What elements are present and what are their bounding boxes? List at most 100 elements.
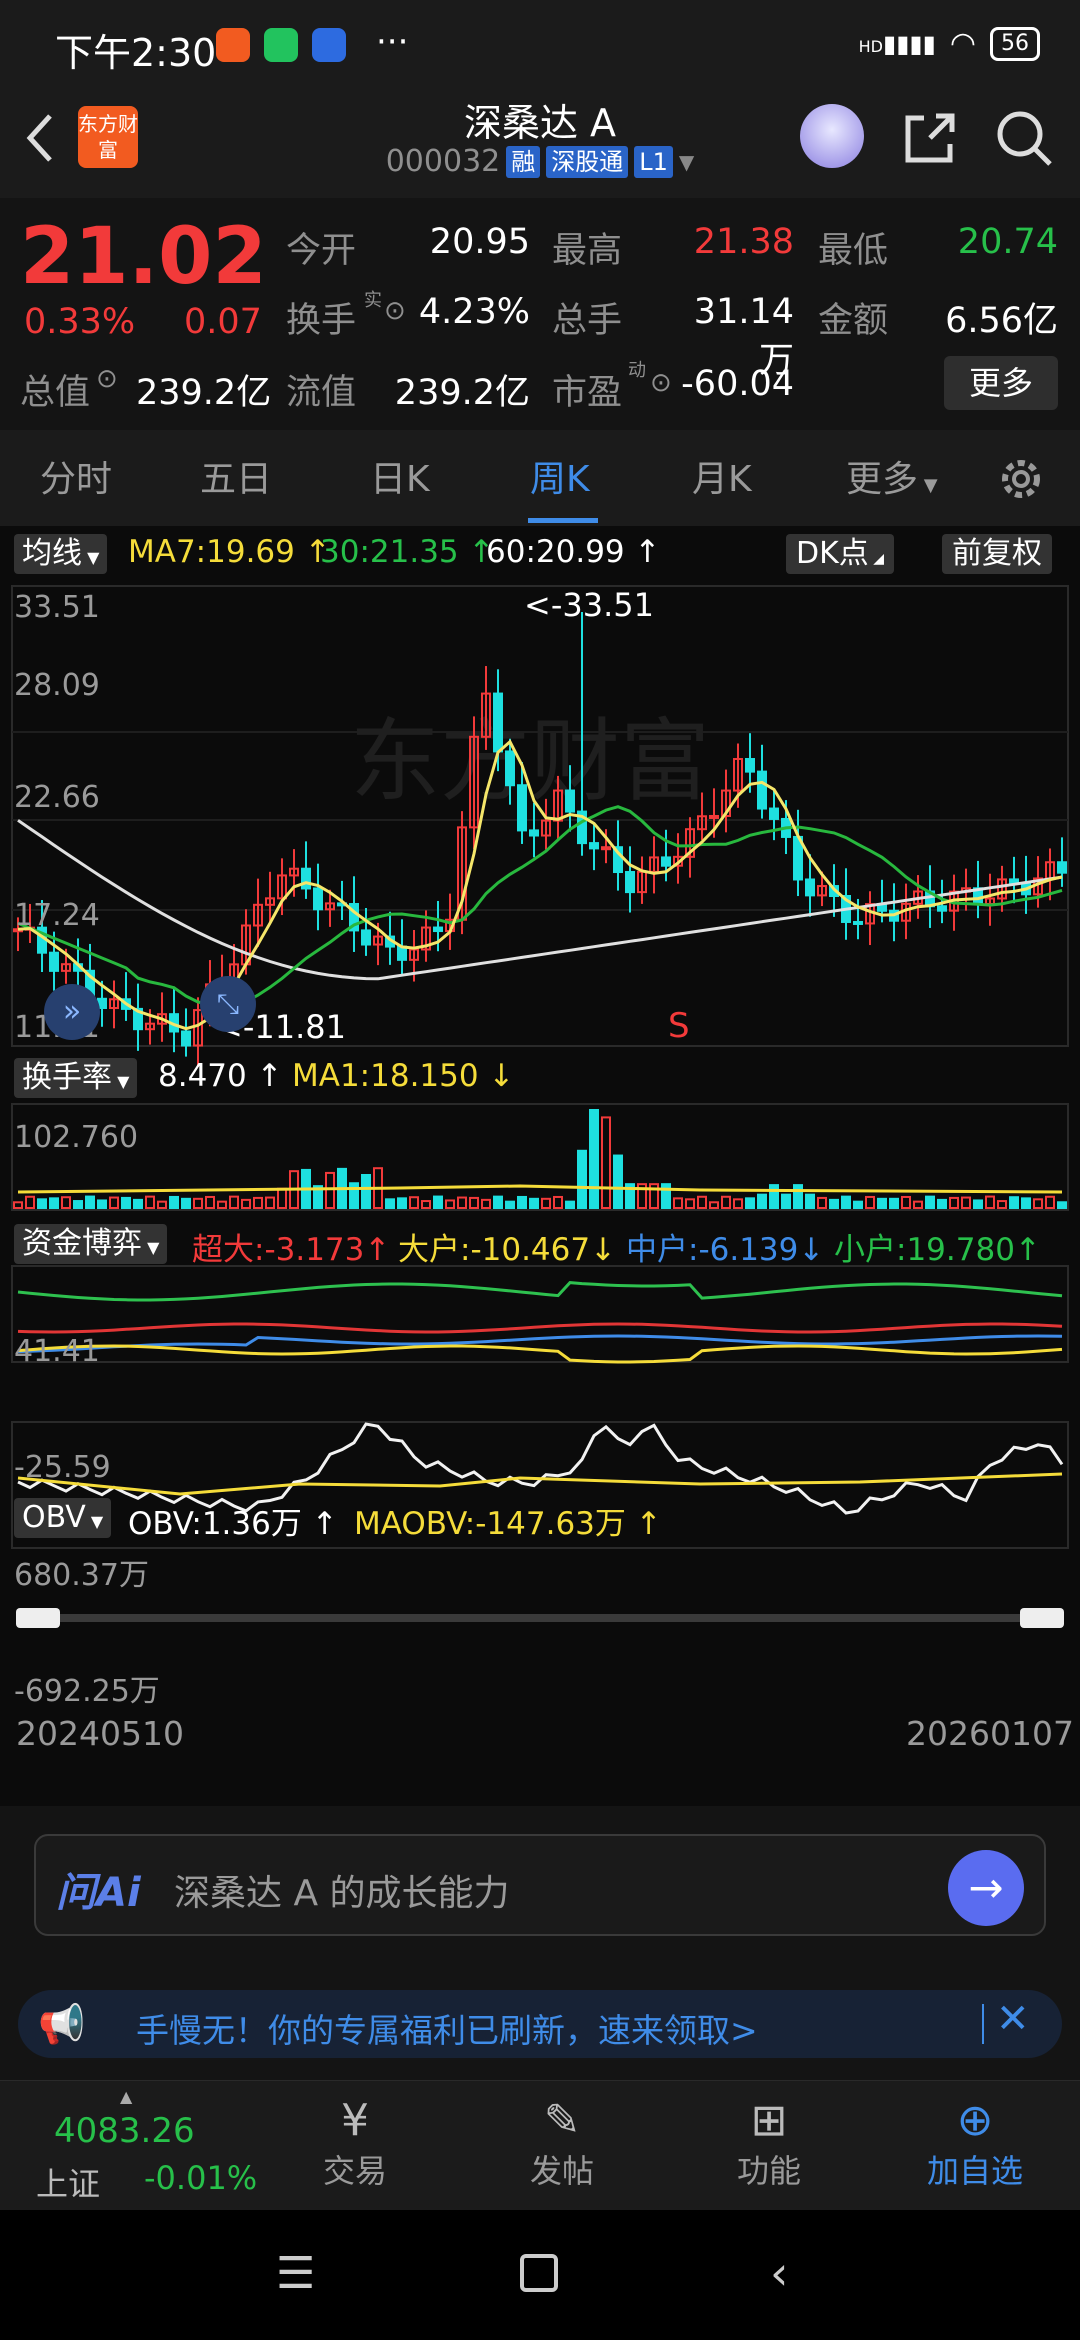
add-watchlist-button[interactable]: ⊕ 加自选 <box>900 2095 1050 2192</box>
promo-banner[interactable]: 📢 手慢无！你的专属福利已刷新，速来领取> ✕ <box>18 1990 1062 2058</box>
dk-point-button[interactable]: DK点 ◢ <box>786 534 894 574</box>
turnover-bar <box>217 1200 227 1210</box>
turnover-value: 4.23% <box>418 292 530 332</box>
range-handle-left[interactable] <box>16 1608 60 1628</box>
tab-daily[interactable]: 日K <box>370 450 430 502</box>
turnover-bar <box>325 1171 335 1209</box>
turnover-bar <box>565 1200 575 1209</box>
assistant-avatar-icon[interactable] <box>800 104 864 168</box>
turnover-bar <box>25 1195 35 1210</box>
mktcap-label: 总值 <box>20 373 91 413</box>
turnover-bar <box>853 1200 863 1209</box>
turnover-bar <box>37 1198 47 1209</box>
candle-group <box>13 612 1067 1067</box>
ma-selector[interactable]: 均线 ▼ <box>14 534 108 574</box>
candle-body <box>301 867 311 890</box>
add-watchlist-label: 加自选 <box>926 2152 1023 2190</box>
turnover-bar <box>277 1187 287 1209</box>
tab-monthly[interactable]: 月K <box>692 450 752 502</box>
low-value: 20.74 <box>957 222 1058 262</box>
ai-question-box[interactable]: 问Ai 深桑达 A 的成长能力 → <box>34 1834 1046 1936</box>
adjust-button[interactable]: 前复权 <box>942 534 1052 574</box>
search-button[interactable] <box>994 108 1054 168</box>
index-value[interactable]: 4083.26 <box>54 2111 195 2151</box>
turnover-bar <box>589 1109 599 1209</box>
share-button[interactable] <box>900 108 960 168</box>
grid-icon: ⊞ <box>750 2095 788 2146</box>
turnover-label: 换手 <box>286 301 357 341</box>
turnover-bar <box>673 1197 683 1209</box>
y-label-3: 22.66 <box>14 780 100 815</box>
ai-placeholder: 深桑达 A 的成长能力 <box>174 1873 510 1914</box>
kline-chart[interactable]: 东方财富 <box>0 582 1080 1722</box>
turnover-bar <box>709 1201 719 1209</box>
turnover-bar <box>529 1197 539 1210</box>
turnover-ma1: MA1:18.150 ↓ <box>292 1058 515 1094</box>
turnover-bar <box>109 1196 119 1210</box>
index-change: -0.01% <box>144 2159 258 2197</box>
tab-intraday[interactable]: 分时 <box>40 450 112 502</box>
fund-row: 资金博弈 ▼ 超大:-3.173↑ 大户:-10.467↓ 中户:-6.139↓… <box>0 1220 1080 1268</box>
float-value: 239.2亿 <box>394 373 530 413</box>
candle-body <box>517 784 527 832</box>
home-icon[interactable] <box>520 2254 558 2292</box>
turnover-bar <box>517 1195 527 1209</box>
turnover-bar <box>889 1197 899 1210</box>
tab-five-day[interactable]: 五日 <box>200 450 272 502</box>
fund-selector[interactable]: 资金博弈 ▼ <box>14 1224 168 1264</box>
turnover-bar <box>169 1195 179 1210</box>
tab-weekly[interactable]: 周K <box>530 450 590 502</box>
turnover-selector-label: 换手率 <box>22 1060 112 1095</box>
turnover-ma1-text: MA1:18.150 <box>292 1058 479 1094</box>
obv-selector[interactable]: OBV ▼ <box>14 1498 112 1538</box>
change-percent: 0.33% <box>24 302 136 342</box>
turnover-bar <box>85 1195 95 1210</box>
turnover-bar <box>973 1199 983 1209</box>
range-scrollbar[interactable] <box>16 1614 1064 1622</box>
expand-up-icon[interactable]: ▲ <box>120 2087 132 2106</box>
turnover-bar <box>253 1196 263 1209</box>
tab-more[interactable]: 更多 ▼ <box>846 450 938 502</box>
post-button[interactable]: ✎ 发帖 <box>487 2095 637 2192</box>
turnover-bar <box>445 1199 455 1210</box>
ma60-text: 60:20.99 <box>486 534 625 570</box>
large-value: 大户:-10.467↓ <box>398 1232 617 1268</box>
menu-icon[interactable]: ☰ <box>276 2248 315 2299</box>
stock-code: 000032 <box>385 144 501 179</box>
pe-value: -60.04 <box>681 364 794 404</box>
info-icon: ⊙ <box>96 364 118 394</box>
mktcap-value: 239.2亿 <box>136 373 272 413</box>
expand-left-icon[interactable]: » <box>44 984 100 1040</box>
turnover-bar <box>385 1198 395 1209</box>
system-nav-bar: ☰ ‹ <box>0 2210 1080 2340</box>
index-name: 上证 <box>36 2165 101 2203</box>
turnover-bar <box>409 1196 419 1209</box>
settings-button[interactable] <box>996 454 1046 504</box>
back-nav-icon[interactable]: ‹ <box>770 2246 788 2300</box>
ai-badge: 问Ai <box>56 1870 141 1916</box>
ai-send-button[interactable]: → <box>948 1850 1024 1926</box>
corner-icon: ◢ <box>868 551 884 567</box>
obv-value: OBV:1.36万 ↑ <box>128 1506 338 1542</box>
info-icon: ⊙ <box>384 296 406 326</box>
functions-button[interactable]: ⊞ 功能 <box>694 2095 844 2192</box>
turnover-bar <box>769 1184 779 1209</box>
candle-body <box>313 887 323 911</box>
kline-frame <box>11 585 1069 1047</box>
turnover-selector[interactable]: 换手率 ▼ <box>14 1058 138 1098</box>
close-icon[interactable]: ✕ <box>996 1996 1030 2042</box>
ma60-value: 60:20.99 ↑ <box>486 534 661 570</box>
trade-button[interactable]: ¥ 交易 <box>280 2095 430 2192</box>
candle-body <box>661 856 671 867</box>
turnover-bar <box>817 1196 827 1209</box>
fullscreen-icon[interactable]: ⤡ <box>200 976 256 1032</box>
caret-down-icon: ▼ <box>85 1512 104 1531</box>
high-label: 最高 <box>552 231 623 271</box>
range-handle-right[interactable] <box>1020 1608 1064 1628</box>
functions-label: 功能 <box>736 2152 801 2190</box>
app-notification-icon <box>216 28 250 62</box>
turnover-bar <box>241 1198 251 1209</box>
turnover-bar <box>553 1195 563 1210</box>
more-button[interactable]: 更多 <box>944 356 1058 410</box>
dk-point-label: DK点 <box>796 536 869 571</box>
